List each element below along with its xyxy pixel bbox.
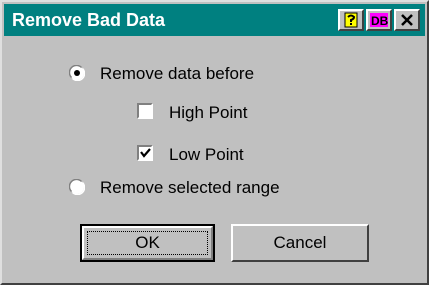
dialog-title: Remove Bad Data	[12, 10, 166, 30]
remove-before-label[interactable]: Remove data before	[100, 64, 254, 84]
low-point-label[interactable]: Low Point	[169, 145, 244, 165]
remove-range-radio[interactable]	[69, 179, 85, 195]
remove-bad-data-dialog: Remove Bad Data DB Remove data before Hi…	[0, 0, 429, 285]
close-button[interactable]	[394, 9, 420, 31]
ok-button[interactable]: OK	[80, 224, 215, 262]
high-point-label[interactable]: High Point	[169, 103, 247, 123]
remove-before-radio[interactable]	[69, 65, 85, 81]
cancel-button[interactable]: Cancel	[231, 224, 369, 262]
db-icon: DB	[370, 13, 389, 28]
svg-text:DB: DB	[371, 14, 389, 28]
help-button[interactable]	[338, 9, 364, 31]
db-button[interactable]: DB	[366, 9, 392, 31]
title-bar[interactable]: Remove Bad Data DB	[4, 4, 425, 36]
cancel-button-label: Cancel	[273, 233, 327, 252]
help-icon	[344, 12, 358, 28]
high-point-checkbox[interactable]	[137, 103, 153, 119]
close-icon	[401, 14, 413, 26]
remove-range-label[interactable]: Remove selected range	[100, 178, 280, 198]
low-point-checkbox[interactable]	[137, 145, 153, 161]
checkmark-icon	[140, 148, 151, 158]
ok-button-label: OK	[135, 233, 160, 252]
